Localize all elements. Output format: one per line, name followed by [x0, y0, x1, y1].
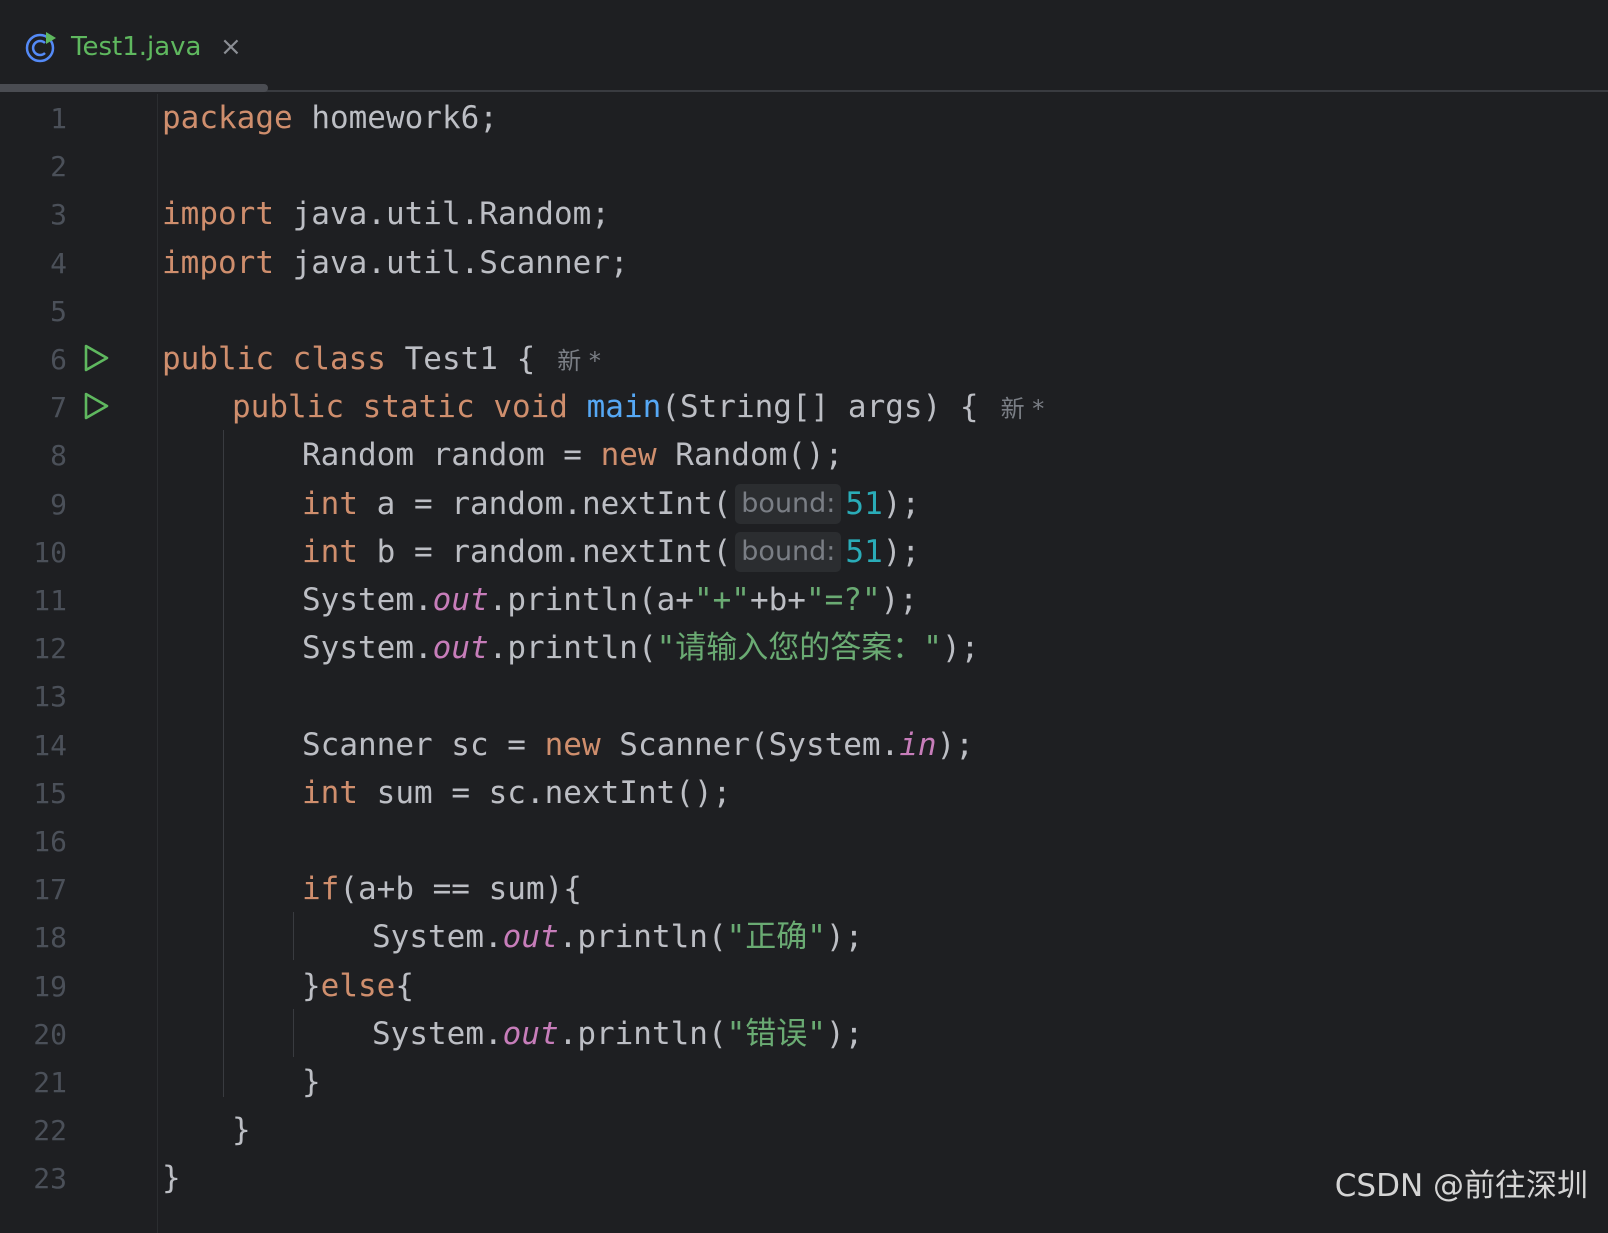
indent-guide [293, 1009, 294, 1057]
line-number: 7 [50, 391, 67, 425]
code-line-8: Random random = new Random(); [302, 437, 844, 474]
line-number: 10 [33, 535, 67, 569]
line-number: 11 [33, 584, 67, 617]
line-number: 13 [33, 680, 67, 714]
line-number: 23 [33, 1162, 67, 1196]
run-class-icon[interactable] [82, 344, 110, 372]
line-number: 4 [50, 246, 67, 280]
close-icon[interactable]: × [220, 31, 242, 63]
line-number: 20 [33, 1017, 67, 1051]
code-line-23: } [162, 1160, 181, 1197]
tab-title: Test1.java [71, 32, 202, 62]
line-number: 2 [50, 150, 67, 184]
watermark: CSDN @前往深圳 [1334, 1168, 1588, 1204]
line-number: 21 [33, 1066, 67, 1099]
code-line-12: System.out.println("请输入您的答案："); [302, 630, 980, 667]
author-inlay-hint[interactable]: 新 * [1001, 395, 1045, 423]
code-line-17: if(a+b == sum){ [302, 871, 582, 908]
code-line-22: } [232, 1112, 251, 1149]
run-main-icon[interactable] [82, 392, 110, 420]
code-line-1: package homework6; [162, 100, 498, 136]
tab-test1-java[interactable]: Test1.java × [0, 0, 268, 90]
code-line-21: } [302, 1064, 321, 1100]
indent-guide [223, 430, 224, 1097]
line-number: 17 [33, 873, 67, 907]
code-line-18: System.out.println("正确"); [372, 919, 864, 956]
line-number: 8 [50, 439, 67, 473]
indent-guide [293, 912, 294, 960]
code-line-10: int b = random.nextInt(bound: 51); [302, 531, 921, 572]
line-number: 15 [33, 776, 67, 810]
line-number: 3 [50, 198, 67, 232]
code-line-15: int sum = sc.nextInt(); [302, 774, 732, 811]
gutter-separator [157, 94, 158, 1233]
line-number: 16 [33, 825, 67, 858]
code-line-20: System.out.println("错误"); [372, 1015, 864, 1052]
parameter-hint: bound: [735, 531, 842, 572]
code-line-7: public static void main(String[] args) {… [232, 389, 1045, 426]
code-line-6: public class Test1 {新 * [162, 341, 601, 377]
line-number: 14 [33, 728, 67, 762]
code-line-3: import java.util.Random; [162, 196, 610, 233]
editor-tab-bar: Test1.java × [0, 0, 1608, 92]
code-line-11: System.out.println(a+"+"+b+"=?"); [302, 582, 918, 618]
parameter-hint: bound: [735, 483, 842, 524]
code-line-9: int a = random.nextInt(bound: 51); [302, 483, 921, 524]
active-tab-indicator [0, 84, 268, 92]
line-number: 5 [50, 294, 67, 328]
line-number: 18 [33, 921, 67, 955]
line-number: 19 [33, 969, 67, 1003]
author-inlay-hint[interactable]: 新 * [557, 347, 601, 375]
line-number-gutter: 1 2 3 4 5 6 7 8 9 10 11 12 13 14 15 16 1… [0, 94, 158, 1233]
line-number: 1 [50, 102, 67, 135]
line-number: 6 [50, 343, 67, 376]
code-line-4: import java.util.Scanner; [162, 244, 629, 281]
line-number: 9 [50, 487, 67, 521]
java-class-icon [25, 32, 56, 63]
line-number: 12 [33, 632, 67, 666]
code-editor[interactable]: package homework6; import java.util.Rand… [162, 94, 1602, 1233]
code-line-14: Scanner sc = new Scanner(System.in); [302, 726, 974, 763]
line-number: 22 [33, 1114, 67, 1148]
code-line-19: }else{ [302, 967, 414, 1004]
